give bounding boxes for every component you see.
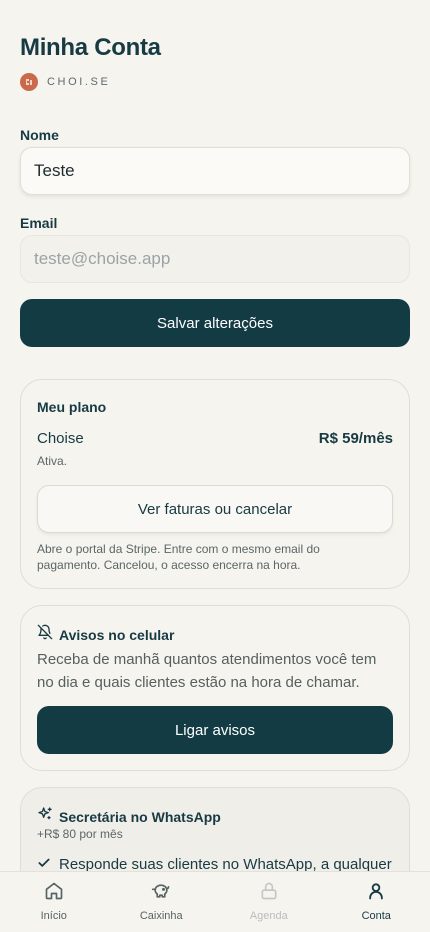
notifications-title: Avisos no celular [59,626,175,643]
page-title: Minha Conta [20,34,161,61]
name-input[interactable]: Teste [20,147,410,195]
tab-caixinha-label: Caixinha [139,910,183,922]
sparkles-icon [37,806,53,827]
save-button[interactable]: Salvar alterações [20,299,410,347]
email-label: Email [20,215,58,231]
plan-card: Meu plano Choise R$ 59/mês Ativa. Ver fa… [20,379,410,589]
bell-off-icon [37,624,53,645]
plan-name: Choise [37,430,84,447]
email-input: teste@choise.app [20,235,410,283]
brand: CHOI.SE [20,73,110,91]
tab-agenda[interactable]: Agenda [215,872,323,932]
email-input-value: teste@choise.app [34,249,171,268]
notifications-card: Avisos no celular Receba de manhã quanto… [20,605,410,771]
whatsapp-price: +R$ 80 por mês [37,827,123,841]
tab-caixinha[interactable]: Caixinha [108,872,216,932]
plan-status: Ativa. [37,454,68,468]
home-icon [44,881,64,906]
user-icon [366,881,386,906]
name-label: Nome [20,127,59,143]
brand-name: CHOI.SE [47,76,111,88]
whatsapp-title-row: Secretária no WhatsApp [37,806,221,827]
plan-card-title: Meu plano [37,399,107,415]
notifications-title-row: Avisos no celular [37,624,174,645]
tab-inicio-label: Início [40,910,67,922]
plan-note: Abre o portal da Stripe. Entre com o mes… [37,542,320,572]
lock-icon [259,881,279,906]
enable-notifications-button[interactable]: Ligar avisos [37,706,393,754]
piggy-bank-icon [151,881,171,906]
plan-row: Choise R$ 59/mês [37,430,393,447]
brand-logo-icon [20,73,38,91]
tab-inicio[interactable]: Início [0,872,108,932]
tab-conta-label: Conta [361,910,391,922]
invoices-cancel-button[interactable]: Ver faturas ou cancelar [37,485,393,533]
plan-price: R$ 59/mês [318,430,393,447]
whatsapp-title: Secretária no WhatsApp [59,808,221,825]
tab-agenda-label: Agenda [249,910,288,922]
name-input-value: Teste [34,161,75,180]
tab-bar: Início Caixinha Agenda Conta [0,871,430,932]
tab-conta[interactable]: Conta [323,872,430,932]
notifications-description: Receba de manhã quantos atendimentos voc… [37,651,377,691]
